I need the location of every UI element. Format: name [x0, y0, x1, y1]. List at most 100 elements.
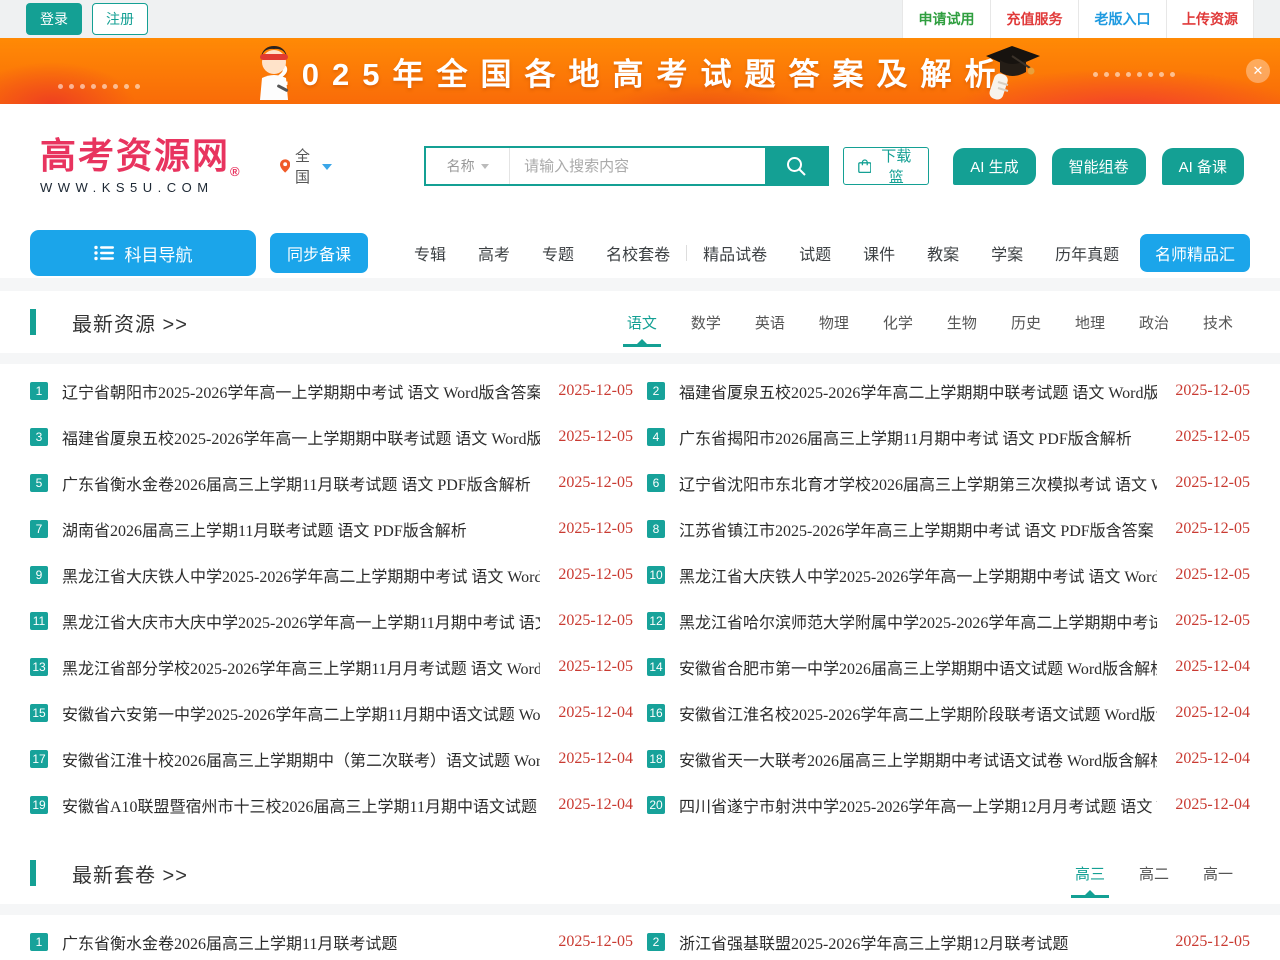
item-number-badge: 1	[30, 382, 48, 400]
list-item[interactable]: 1辽宁省朝阳市2025-2026学年高一上学期期中考试 语文 Word版含答案2…	[30, 368, 633, 414]
item-title-link[interactable]: 福建省厦泉五校2025-2026学年高一上学期期中联考试题 语文 Word版含.…	[62, 425, 540, 449]
promo-banner[interactable]: 2025年全国各地高考试题答案及解析 ✕	[0, 38, 1280, 104]
register-button[interactable]: 注册	[92, 3, 148, 35]
topbar-link[interactable]: 老版入口	[1078, 0, 1166, 38]
site-logo[interactable]: 高考资源网® WWW.KS5U.COM	[40, 137, 242, 196]
latest-papers-title[interactable]: 最新套卷 >>	[72, 859, 188, 888]
list-item[interactable]: 8江苏省镇江市2025-2026学年高三上学期期中考试 语文 PDF版含答案20…	[647, 506, 1250, 552]
item-title-link[interactable]: 四川省遂宁市射洪中学2025-2026学年高一上学期12月月考试题 语文 Wor…	[679, 793, 1157, 817]
papers-column-left: 1广东省衡水金卷2026届高三上学期11月联考试题2025-12-05	[30, 919, 633, 960]
subject-nav-button[interactable]: 科目导航	[30, 230, 256, 276]
item-title-link[interactable]: 黑龙江省大庆市大庆中学2025-2026学年高一上学期11月期中考试 语文 W.…	[62, 609, 540, 633]
item-date: 2025-12-04	[1175, 796, 1250, 814]
list-item[interactable]: 15安徽省六安第一中学2025-2026学年高二上学期11月期中语文试题 Wor…	[30, 690, 633, 736]
item-title-link[interactable]: 广东省衡水金卷2026届高三上学期11月联考试题 语文 PDF版含解析	[62, 471, 540, 495]
login-button[interactable]: 登录	[26, 3, 82, 35]
list-item[interactable]: 11黑龙江省大庆市大庆中学2025-2026学年高一上学期11月期中考试 语文 …	[30, 598, 633, 644]
item-title-link[interactable]: 辽宁省朝阳市2025-2026学年高一上学期期中考试 语文 Word版含答案	[62, 379, 540, 403]
subject-tab[interactable]: 化学	[866, 306, 930, 339]
list-item[interactable]: 17安徽省江淮十校2026届高三上学期期中（第二次联考）语文试题 Word版..…	[30, 736, 633, 782]
list-item[interactable]: 20四川省遂宁市射洪中学2025-2026学年高一上学期12月月考试题 语文 W…	[647, 782, 1250, 828]
item-title-link[interactable]: 黑龙江省大庆铁人中学2025-2026学年高一上学期期中考试 语文 Word版.…	[679, 563, 1157, 587]
item-title-link[interactable]: 广东省揭阳市2026届高三上学期11月期中考试 语文 PDF版含解析	[679, 425, 1157, 449]
search-input[interactable]	[510, 148, 765, 184]
subject-tab[interactable]: 技术	[1186, 306, 1250, 339]
list-item[interactable]: 16安徽省江淮名校2025-2026学年高二上学期阶段联考语文试题 Word版含…	[647, 690, 1250, 736]
list-item[interactable]: 18安徽省天一大联考2026届高三上学期期中考试语文试卷 Word版含解析202…	[647, 736, 1250, 782]
list-item[interactable]: 12黑龙江省哈尔滨师范大学附属中学2025-2026学年高二上学期期中考试 语.…	[647, 598, 1250, 644]
ai-generate-button[interactable]: AI 生成	[953, 148, 1035, 185]
ai-lesson-prep-button[interactable]: AI 备课	[1162, 148, 1244, 185]
item-date: 2025-12-05	[558, 474, 633, 492]
grade-tab[interactable]: 高一	[1186, 857, 1250, 890]
list-item[interactable]: 2福建省厦泉五校2025-2026学年高二上学期期中联考试题 语文 Word版含…	[647, 368, 1250, 414]
list-item[interactable]: 2浙江省强基联盟2025-2026学年高三上学期12月联考试题2025-12-0…	[647, 919, 1250, 960]
latest-resources-title[interactable]: 最新资源 >>	[72, 308, 188, 337]
nav-item[interactable]: 名校套卷	[590, 241, 686, 265]
nav-item[interactable]: 专题	[526, 241, 590, 265]
list-item[interactable]: 4广东省揭阳市2026届高三上学期11月期中考试 语文 PDF版含解析2025-…	[647, 414, 1250, 460]
smart-paper-builder-button[interactable]: 智能组卷	[1052, 148, 1146, 185]
item-title-link[interactable]: 安徽省天一大联考2026届高三上学期期中考试语文试卷 Word版含解析	[679, 747, 1157, 771]
nav-item[interactable]: 学案	[975, 241, 1039, 265]
subject-tab[interactable]: 生物	[930, 306, 994, 339]
topbar-link[interactable]: 充值服务	[990, 0, 1078, 38]
list-item[interactable]: 19安徽省A10联盟暨宿州市十三校2026届高三上学期11月期中语文试题 Wor…	[30, 782, 633, 828]
item-date: 2025-12-05	[558, 658, 633, 676]
item-date: 2025-12-04	[1175, 750, 1250, 768]
nav-item-sync-prep[interactable]: 同步备课	[270, 233, 368, 273]
subject-tab[interactable]: 政治	[1122, 306, 1186, 339]
nav-item[interactable]: 试题	[783, 241, 847, 265]
subject-tab[interactable]: 英语	[738, 306, 802, 339]
nav-item[interactable]: 高考	[462, 241, 526, 265]
item-title-link[interactable]: 黑龙江省部分学校2025-2026学年高三上学期11月月考试题 语文 Word版…	[62, 655, 540, 679]
subject-tab[interactable]: 物理	[802, 306, 866, 339]
nav-item[interactable]: 历年真题	[1039, 241, 1135, 265]
item-title-link[interactable]: 安徽省江淮十校2026届高三上学期期中（第二次联考）语文试题 Word版...	[62, 747, 540, 771]
item-date: 2025-12-04	[1175, 658, 1250, 676]
item-date: 2025-12-05	[1175, 612, 1250, 630]
nav-item[interactable]: 教案	[911, 241, 975, 265]
grade-tab[interactable]: 高三	[1058, 857, 1122, 890]
subject-tabs: 语文数学英语物理化学生物历史地理政治技术	[610, 306, 1250, 339]
region-selector[interactable]: 全国	[280, 145, 333, 187]
item-title-link[interactable]: 安徽省江淮名校2025-2026学年高二上学期阶段联考语文试题 Word版含解析	[679, 701, 1157, 725]
topbar-link[interactable]: 上传资源	[1166, 0, 1254, 38]
item-title-link[interactable]: 湖南省2026届高三上学期11月联考试题 语文 PDF版含解析	[62, 517, 540, 541]
item-title-link[interactable]: 安徽省A10联盟暨宿州市十三校2026届高三上学期11月期中语文试题 Wor..…	[62, 793, 540, 817]
search-button[interactable]	[765, 148, 827, 184]
list-item[interactable]: 14安徽省合肥市第一中学2026届高三上学期期中语文试题 Word版含解析202…	[647, 644, 1250, 690]
item-title-link[interactable]: 福建省厦泉五校2025-2026学年高二上学期期中联考试题 语文 Word版含.…	[679, 379, 1157, 403]
famous-teacher-collection-button[interactable]: 名师精品汇	[1140, 234, 1250, 272]
banner-title: 2025年全国各地高考试题答案及解析	[272, 49, 1009, 94]
item-title-link[interactable]: 江苏省镇江市2025-2026学年高三上学期期中考试 语文 PDF版含答案	[679, 517, 1157, 541]
list-item[interactable]: 13黑龙江省部分学校2025-2026学年高三上学期11月月考试题 语文 Wor…	[30, 644, 633, 690]
nav-item[interactable]: 课件	[847, 241, 911, 265]
item-date: 2025-12-04	[558, 796, 633, 814]
item-title-link[interactable]: 安徽省合肥市第一中学2026届高三上学期期中语文试题 Word版含解析	[679, 655, 1157, 679]
download-basket-button[interactable]: 下载篮	[843, 147, 930, 185]
item-title-link[interactable]: 黑龙江省大庆铁人中学2025-2026学年高二上学期期中考试 语文 Word版.…	[62, 563, 540, 587]
item-title-link[interactable]: 黑龙江省哈尔滨师范大学附属中学2025-2026学年高二上学期期中考试 语...	[679, 609, 1157, 633]
item-title-link[interactable]: 辽宁省沈阳市东北育才学校2026届高三上学期第三次模拟考试 语文 Word...	[679, 471, 1157, 495]
subject-tab[interactable]: 历史	[994, 306, 1058, 339]
topbar-link[interactable]: 申请试用	[902, 0, 990, 38]
list-item[interactable]: 10黑龙江省大庆铁人中学2025-2026学年高一上学期期中考试 语文 Word…	[647, 552, 1250, 598]
subject-tab[interactable]: 数学	[674, 306, 738, 339]
item-title-link[interactable]: 安徽省六安第一中学2025-2026学年高二上学期11月期中语文试题 Word版…	[62, 701, 540, 725]
list-item[interactable]: 3福建省厦泉五校2025-2026学年高一上学期期中联考试题 语文 Word版含…	[30, 414, 633, 460]
banner-close-icon[interactable]: ✕	[1246, 59, 1270, 83]
list-item[interactable]: 6辽宁省沈阳市东北育才学校2026届高三上学期第三次模拟考试 语文 Word..…	[647, 460, 1250, 506]
list-item[interactable]: 5广东省衡水金卷2026届高三上学期11月联考试题 语文 PDF版含解析2025…	[30, 460, 633, 506]
subject-tab[interactable]: 地理	[1058, 306, 1122, 339]
list-item[interactable]: 1广东省衡水金卷2026届高三上学期11月联考试题2025-12-05	[30, 919, 633, 960]
list-item[interactable]: 9黑龙江省大庆铁人中学2025-2026学年高二上学期期中考试 语文 Word版…	[30, 552, 633, 598]
item-title-link[interactable]: 广东省衡水金卷2026届高三上学期11月联考试题	[62, 930, 540, 954]
subject-tab[interactable]: 语文	[610, 306, 674, 339]
list-item[interactable]: 7湖南省2026届高三上学期11月联考试题 语文 PDF版含解析2025-12-…	[30, 506, 633, 552]
search-category-dropdown[interactable]: 名称	[426, 148, 510, 184]
grade-tab[interactable]: 高二	[1122, 857, 1186, 890]
item-title-link[interactable]: 浙江省强基联盟2025-2026学年高三上学期12月联考试题	[679, 930, 1157, 954]
nav-item[interactable]: 专辑	[398, 241, 462, 265]
nav-item[interactable]: 精品试卷	[687, 241, 783, 265]
